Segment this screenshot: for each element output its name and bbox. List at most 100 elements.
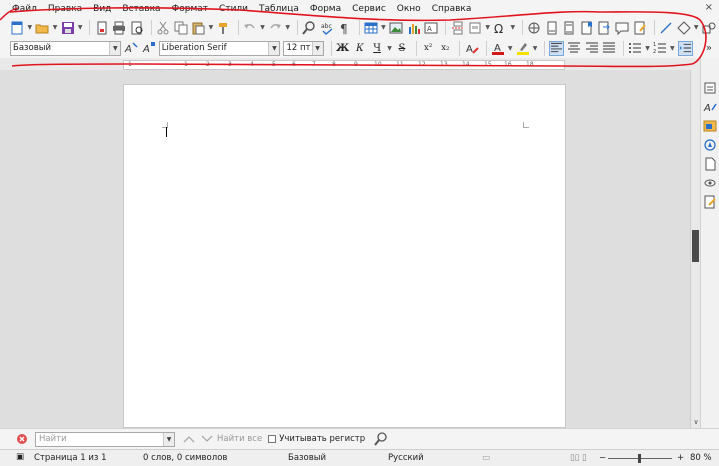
document-page[interactable]	[123, 84, 566, 428]
word-count-status[interactable]: 0 слов, 0 символов	[143, 453, 227, 463]
view-layout-icon[interactable]: ▯▯ ▯	[570, 453, 587, 463]
zoom-in-button[interactable]: +	[677, 453, 684, 463]
zoom-percent[interactable]: 80 %	[690, 453, 712, 463]
page-icon[interactable]	[703, 156, 718, 171]
chevron-down-icon[interactable]: ▼	[508, 45, 513, 52]
track-changes-icon[interactable]	[632, 20, 647, 35]
endnote-icon[interactable]	[562, 20, 577, 35]
justify-icon[interactable]	[602, 41, 616, 56]
menu-insert[interactable]: Вставка	[122, 4, 160, 14]
properties-icon[interactable]	[703, 80, 718, 95]
bullet-list-icon[interactable]	[628, 41, 642, 56]
find-all-button[interactable]: Найти все	[217, 434, 262, 444]
align-left-icon[interactable]	[549, 40, 565, 56]
paste-icon[interactable]	[191, 20, 206, 35]
strikethrough-button[interactable]: S	[395, 43, 409, 54]
zoom-out-button[interactable]: −	[599, 453, 606, 463]
zoom-slider-thumb[interactable]	[638, 454, 641, 463]
find-input[interactable]: Найти ▼	[35, 431, 175, 447]
draw-functions-icon[interactable]	[701, 20, 716, 35]
chevron-down-icon[interactable]: ▼	[670, 45, 675, 52]
save-icon[interactable]	[60, 20, 75, 35]
font-name-select[interactable]: Liberation Serif ▼	[158, 40, 281, 56]
clone-formatting-icon[interactable]	[216, 20, 231, 35]
menu-view[interactable]: Вид	[93, 4, 111, 14]
chevron-down-icon[interactable]: ▼	[53, 24, 58, 31]
language-status[interactable]: Русский	[388, 453, 424, 463]
styles-icon[interactable]: A	[703, 99, 718, 114]
chevron-down-icon[interactable]: ▼	[78, 24, 83, 31]
insert-table-icon[interactable]	[364, 20, 379, 35]
chevron-down-icon[interactable]: ▼	[209, 24, 214, 31]
find-replace-icon[interactable]	[302, 20, 317, 35]
menu-format[interactable]: Формат	[172, 4, 209, 14]
gallery-icon[interactable]	[703, 118, 718, 133]
open-folder-icon[interactable]	[35, 20, 50, 35]
paragraph-indent-icon[interactable]	[677, 40, 693, 56]
match-case-checkbox[interactable]	[268, 435, 277, 443]
spelling-icon[interactable]: abc	[320, 20, 335, 35]
superscript-button[interactable]: x²	[421, 43, 435, 53]
subscript-button[interactable]: x₂	[438, 43, 452, 53]
page-number-status[interactable]: Страница 1 из 1	[34, 453, 107, 463]
page-break-icon[interactable]	[450, 20, 465, 35]
export-pdf-icon[interactable]	[94, 20, 109, 35]
cross-reference-icon[interactable]	[597, 20, 612, 35]
close-find-icon[interactable]	[14, 432, 29, 447]
print-icon[interactable]	[112, 20, 127, 35]
basic-shapes-icon[interactable]	[676, 20, 691, 35]
page-style-status[interactable]: Базовый	[288, 453, 326, 463]
find-next-icon[interactable]	[199, 432, 214, 447]
chevron-down-icon[interactable]: ▼	[485, 24, 490, 31]
menu-file[interactable]: Файл	[12, 4, 37, 14]
bookmark-icon[interactable]	[580, 20, 595, 35]
special-character-icon[interactable]: Ω	[493, 20, 508, 35]
highlight-color-icon[interactable]	[515, 41, 529, 56]
more-tools-button[interactable]: »	[702, 43, 716, 54]
chevron-down-icon[interactable]: ▼	[311, 41, 323, 55]
insert-chart-icon[interactable]	[406, 20, 421, 35]
chevron-down-icon[interactable]: ▼	[260, 24, 265, 31]
chevron-down-icon[interactable]: ▼	[268, 41, 280, 55]
comment-icon[interactable]	[615, 20, 630, 35]
numbered-list-icon[interactable]: 12	[653, 41, 667, 56]
scrollbar-thumb[interactable]	[692, 230, 699, 262]
close-document-icon[interactable]: ×	[705, 2, 713, 13]
align-right-icon[interactable]	[585, 41, 599, 56]
chevron-down-icon[interactable]: ▼	[109, 41, 121, 55]
chevron-down-icon[interactable]: ▼	[285, 24, 290, 31]
italic-button[interactable]: К	[353, 43, 367, 54]
navigator-icon[interactable]	[703, 137, 718, 152]
chevron-down-icon[interactable]: ▼	[387, 45, 392, 52]
copy-icon[interactable]	[174, 20, 189, 35]
insert-mode-icon[interactable]: ▭	[482, 453, 490, 463]
manage-changes-icon[interactable]	[703, 194, 718, 209]
menu-edit[interactable]: Правка	[48, 4, 82, 14]
find-replace-icon[interactable]	[373, 432, 388, 447]
bold-button[interactable]: Ж	[336, 43, 350, 54]
insert-field-icon[interactable]	[468, 20, 483, 35]
insert-textbox-icon[interactable]: A	[424, 20, 439, 35]
print-preview-icon[interactable]	[130, 20, 145, 35]
chevron-down-icon[interactable]: ▼	[511, 24, 516, 31]
find-previous-icon[interactable]	[181, 432, 196, 447]
menu-styles[interactable]: Стили	[219, 4, 248, 14]
new-document-icon[interactable]	[10, 20, 25, 35]
font-color-icon[interactable]: A	[491, 41, 505, 56]
chevron-down-icon[interactable]: ▼	[381, 24, 386, 31]
chevron-down-icon[interactable]: ▼	[163, 432, 174, 446]
align-center-icon[interactable]	[567, 41, 581, 56]
underline-button[interactable]: Ч	[370, 43, 384, 54]
update-style-icon[interactable]: A	[124, 41, 138, 56]
redo-icon[interactable]	[268, 20, 283, 35]
font-size-select[interactable]: 12 пт ▼	[283, 40, 324, 56]
horizontal-ruler[interactable]: 1 1 2 3 4 5 6 7 8 9 10 11 12 13 14 15 16…	[123, 60, 565, 70]
chevron-down-icon[interactable]: ▼	[28, 24, 33, 31]
style-inspector-icon[interactable]	[703, 175, 718, 190]
new-style-icon[interactable]: A	[142, 41, 156, 56]
chevron-down-icon[interactable]: ▼	[533, 45, 538, 52]
paragraph-style-select[interactable]: Базовый ▼	[10, 40, 122, 56]
cut-icon[interactable]	[156, 20, 171, 35]
insert-image-icon[interactable]	[389, 20, 404, 35]
footnote-icon[interactable]	[545, 20, 560, 35]
